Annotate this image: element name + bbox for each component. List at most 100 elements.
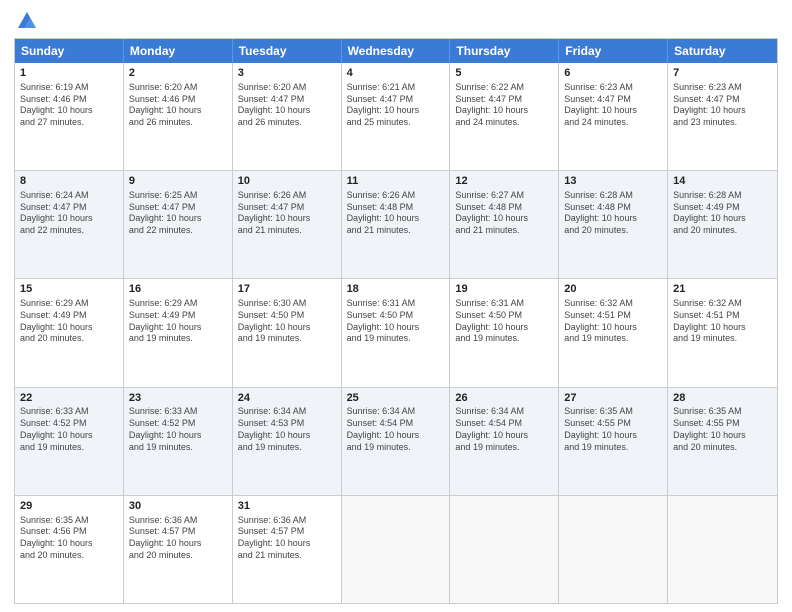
day-cell-25: 25Sunrise: 6:34 AM Sunset: 4:54 PM Dayli… bbox=[342, 388, 451, 495]
day-number: 12 bbox=[455, 174, 553, 189]
header-day-monday: Monday bbox=[124, 39, 233, 63]
day-detail: Sunrise: 6:26 AM Sunset: 4:48 PM Dayligh… bbox=[347, 190, 445, 237]
day-number: 7 bbox=[673, 66, 772, 81]
day-cell-27: 27Sunrise: 6:35 AM Sunset: 4:55 PM Dayli… bbox=[559, 388, 668, 495]
day-number: 26 bbox=[455, 391, 553, 406]
day-detail: Sunrise: 6:36 AM Sunset: 4:57 PM Dayligh… bbox=[129, 515, 227, 562]
day-cell-22: 22Sunrise: 6:33 AM Sunset: 4:52 PM Dayli… bbox=[15, 388, 124, 495]
calendar-body: 1Sunrise: 6:19 AM Sunset: 4:46 PM Daylig… bbox=[15, 63, 777, 603]
day-number: 14 bbox=[673, 174, 772, 189]
day-detail: Sunrise: 6:27 AM Sunset: 4:48 PM Dayligh… bbox=[455, 190, 553, 237]
day-detail: Sunrise: 6:20 AM Sunset: 4:47 PM Dayligh… bbox=[238, 82, 336, 129]
week-row-1: 1Sunrise: 6:19 AM Sunset: 4:46 PM Daylig… bbox=[15, 63, 777, 170]
day-cell-10: 10Sunrise: 6:26 AM Sunset: 4:47 PM Dayli… bbox=[233, 171, 342, 278]
day-cell-13: 13Sunrise: 6:28 AM Sunset: 4:48 PM Dayli… bbox=[559, 171, 668, 278]
empty-cell bbox=[450, 496, 559, 603]
day-cell-14: 14Sunrise: 6:28 AM Sunset: 4:49 PM Dayli… bbox=[668, 171, 777, 278]
day-number: 6 bbox=[564, 66, 662, 81]
day-number: 25 bbox=[347, 391, 445, 406]
day-number: 11 bbox=[347, 174, 445, 189]
header-day-thursday: Thursday bbox=[450, 39, 559, 63]
week-row-4: 22Sunrise: 6:33 AM Sunset: 4:52 PM Dayli… bbox=[15, 387, 777, 495]
day-cell-18: 18Sunrise: 6:31 AM Sunset: 4:50 PM Dayli… bbox=[342, 279, 451, 386]
day-number: 9 bbox=[129, 174, 227, 189]
day-number: 21 bbox=[673, 282, 772, 297]
calendar-header: SundayMondayTuesdayWednesdayThursdayFrid… bbox=[15, 39, 777, 63]
day-cell-15: 15Sunrise: 6:29 AM Sunset: 4:49 PM Dayli… bbox=[15, 279, 124, 386]
day-number: 2 bbox=[129, 66, 227, 81]
day-cell-31: 31Sunrise: 6:36 AM Sunset: 4:57 PM Dayli… bbox=[233, 496, 342, 603]
day-detail: Sunrise: 6:28 AM Sunset: 4:48 PM Dayligh… bbox=[564, 190, 662, 237]
day-number: 28 bbox=[673, 391, 772, 406]
day-detail: Sunrise: 6:35 AM Sunset: 4:56 PM Dayligh… bbox=[20, 515, 118, 562]
day-number: 16 bbox=[129, 282, 227, 297]
calendar: SundayMondayTuesdayWednesdayThursdayFrid… bbox=[14, 38, 778, 604]
day-detail: Sunrise: 6:20 AM Sunset: 4:46 PM Dayligh… bbox=[129, 82, 227, 129]
day-cell-28: 28Sunrise: 6:35 AM Sunset: 4:55 PM Dayli… bbox=[668, 388, 777, 495]
day-number: 18 bbox=[347, 282, 445, 297]
day-number: 20 bbox=[564, 282, 662, 297]
day-cell-23: 23Sunrise: 6:33 AM Sunset: 4:52 PM Dayli… bbox=[124, 388, 233, 495]
day-cell-1: 1Sunrise: 6:19 AM Sunset: 4:46 PM Daylig… bbox=[15, 63, 124, 170]
day-number: 22 bbox=[20, 391, 118, 406]
empty-cell bbox=[559, 496, 668, 603]
header-day-wednesday: Wednesday bbox=[342, 39, 451, 63]
day-number: 5 bbox=[455, 66, 553, 81]
week-row-3: 15Sunrise: 6:29 AM Sunset: 4:49 PM Dayli… bbox=[15, 278, 777, 386]
day-number: 8 bbox=[20, 174, 118, 189]
logo bbox=[14, 10, 38, 32]
day-number: 4 bbox=[347, 66, 445, 81]
day-number: 10 bbox=[238, 174, 336, 189]
day-number: 29 bbox=[20, 499, 118, 514]
day-detail: Sunrise: 6:31 AM Sunset: 4:50 PM Dayligh… bbox=[455, 298, 553, 345]
day-cell-24: 24Sunrise: 6:34 AM Sunset: 4:53 PM Dayli… bbox=[233, 388, 342, 495]
day-cell-30: 30Sunrise: 6:36 AM Sunset: 4:57 PM Dayli… bbox=[124, 496, 233, 603]
day-detail: Sunrise: 6:31 AM Sunset: 4:50 PM Dayligh… bbox=[347, 298, 445, 345]
page: SundayMondayTuesdayWednesdayThursdayFrid… bbox=[0, 0, 792, 612]
week-row-2: 8Sunrise: 6:24 AM Sunset: 4:47 PM Daylig… bbox=[15, 170, 777, 278]
day-cell-3: 3Sunrise: 6:20 AM Sunset: 4:47 PM Daylig… bbox=[233, 63, 342, 170]
day-cell-20: 20Sunrise: 6:32 AM Sunset: 4:51 PM Dayli… bbox=[559, 279, 668, 386]
day-detail: Sunrise: 6:32 AM Sunset: 4:51 PM Dayligh… bbox=[564, 298, 662, 345]
day-cell-8: 8Sunrise: 6:24 AM Sunset: 4:47 PM Daylig… bbox=[15, 171, 124, 278]
empty-cell bbox=[668, 496, 777, 603]
day-detail: Sunrise: 6:19 AM Sunset: 4:46 PM Dayligh… bbox=[20, 82, 118, 129]
day-detail: Sunrise: 6:35 AM Sunset: 4:55 PM Dayligh… bbox=[564, 406, 662, 453]
day-detail: Sunrise: 6:28 AM Sunset: 4:49 PM Dayligh… bbox=[673, 190, 772, 237]
day-cell-5: 5Sunrise: 6:22 AM Sunset: 4:47 PM Daylig… bbox=[450, 63, 559, 170]
day-cell-17: 17Sunrise: 6:30 AM Sunset: 4:50 PM Dayli… bbox=[233, 279, 342, 386]
day-cell-9: 9Sunrise: 6:25 AM Sunset: 4:47 PM Daylig… bbox=[124, 171, 233, 278]
day-number: 19 bbox=[455, 282, 553, 297]
day-number: 24 bbox=[238, 391, 336, 406]
empty-cell bbox=[342, 496, 451, 603]
day-number: 3 bbox=[238, 66, 336, 81]
day-detail: Sunrise: 6:36 AM Sunset: 4:57 PM Dayligh… bbox=[238, 515, 336, 562]
day-detail: Sunrise: 6:29 AM Sunset: 4:49 PM Dayligh… bbox=[129, 298, 227, 345]
day-detail: Sunrise: 6:23 AM Sunset: 4:47 PM Dayligh… bbox=[564, 82, 662, 129]
day-cell-19: 19Sunrise: 6:31 AM Sunset: 4:50 PM Dayli… bbox=[450, 279, 559, 386]
header-day-saturday: Saturday bbox=[668, 39, 777, 63]
day-detail: Sunrise: 6:33 AM Sunset: 4:52 PM Dayligh… bbox=[20, 406, 118, 453]
day-detail: Sunrise: 6:32 AM Sunset: 4:51 PM Dayligh… bbox=[673, 298, 772, 345]
logo-icon bbox=[16, 10, 38, 32]
day-cell-11: 11Sunrise: 6:26 AM Sunset: 4:48 PM Dayli… bbox=[342, 171, 451, 278]
day-detail: Sunrise: 6:21 AM Sunset: 4:47 PM Dayligh… bbox=[347, 82, 445, 129]
day-detail: Sunrise: 6:23 AM Sunset: 4:47 PM Dayligh… bbox=[673, 82, 772, 129]
day-detail: Sunrise: 6:24 AM Sunset: 4:47 PM Dayligh… bbox=[20, 190, 118, 237]
day-number: 27 bbox=[564, 391, 662, 406]
day-number: 23 bbox=[129, 391, 227, 406]
day-detail: Sunrise: 6:35 AM Sunset: 4:55 PM Dayligh… bbox=[673, 406, 772, 453]
day-detail: Sunrise: 6:34 AM Sunset: 4:54 PM Dayligh… bbox=[455, 406, 553, 453]
day-cell-21: 21Sunrise: 6:32 AM Sunset: 4:51 PM Dayli… bbox=[668, 279, 777, 386]
day-number: 30 bbox=[129, 499, 227, 514]
day-detail: Sunrise: 6:34 AM Sunset: 4:53 PM Dayligh… bbox=[238, 406, 336, 453]
day-detail: Sunrise: 6:22 AM Sunset: 4:47 PM Dayligh… bbox=[455, 82, 553, 129]
day-cell-2: 2Sunrise: 6:20 AM Sunset: 4:46 PM Daylig… bbox=[124, 63, 233, 170]
day-detail: Sunrise: 6:26 AM Sunset: 4:47 PM Dayligh… bbox=[238, 190, 336, 237]
header-day-sunday: Sunday bbox=[15, 39, 124, 63]
header bbox=[14, 10, 778, 32]
day-cell-6: 6Sunrise: 6:23 AM Sunset: 4:47 PM Daylig… bbox=[559, 63, 668, 170]
header-day-friday: Friday bbox=[559, 39, 668, 63]
day-number: 17 bbox=[238, 282, 336, 297]
day-detail: Sunrise: 6:30 AM Sunset: 4:50 PM Dayligh… bbox=[238, 298, 336, 345]
